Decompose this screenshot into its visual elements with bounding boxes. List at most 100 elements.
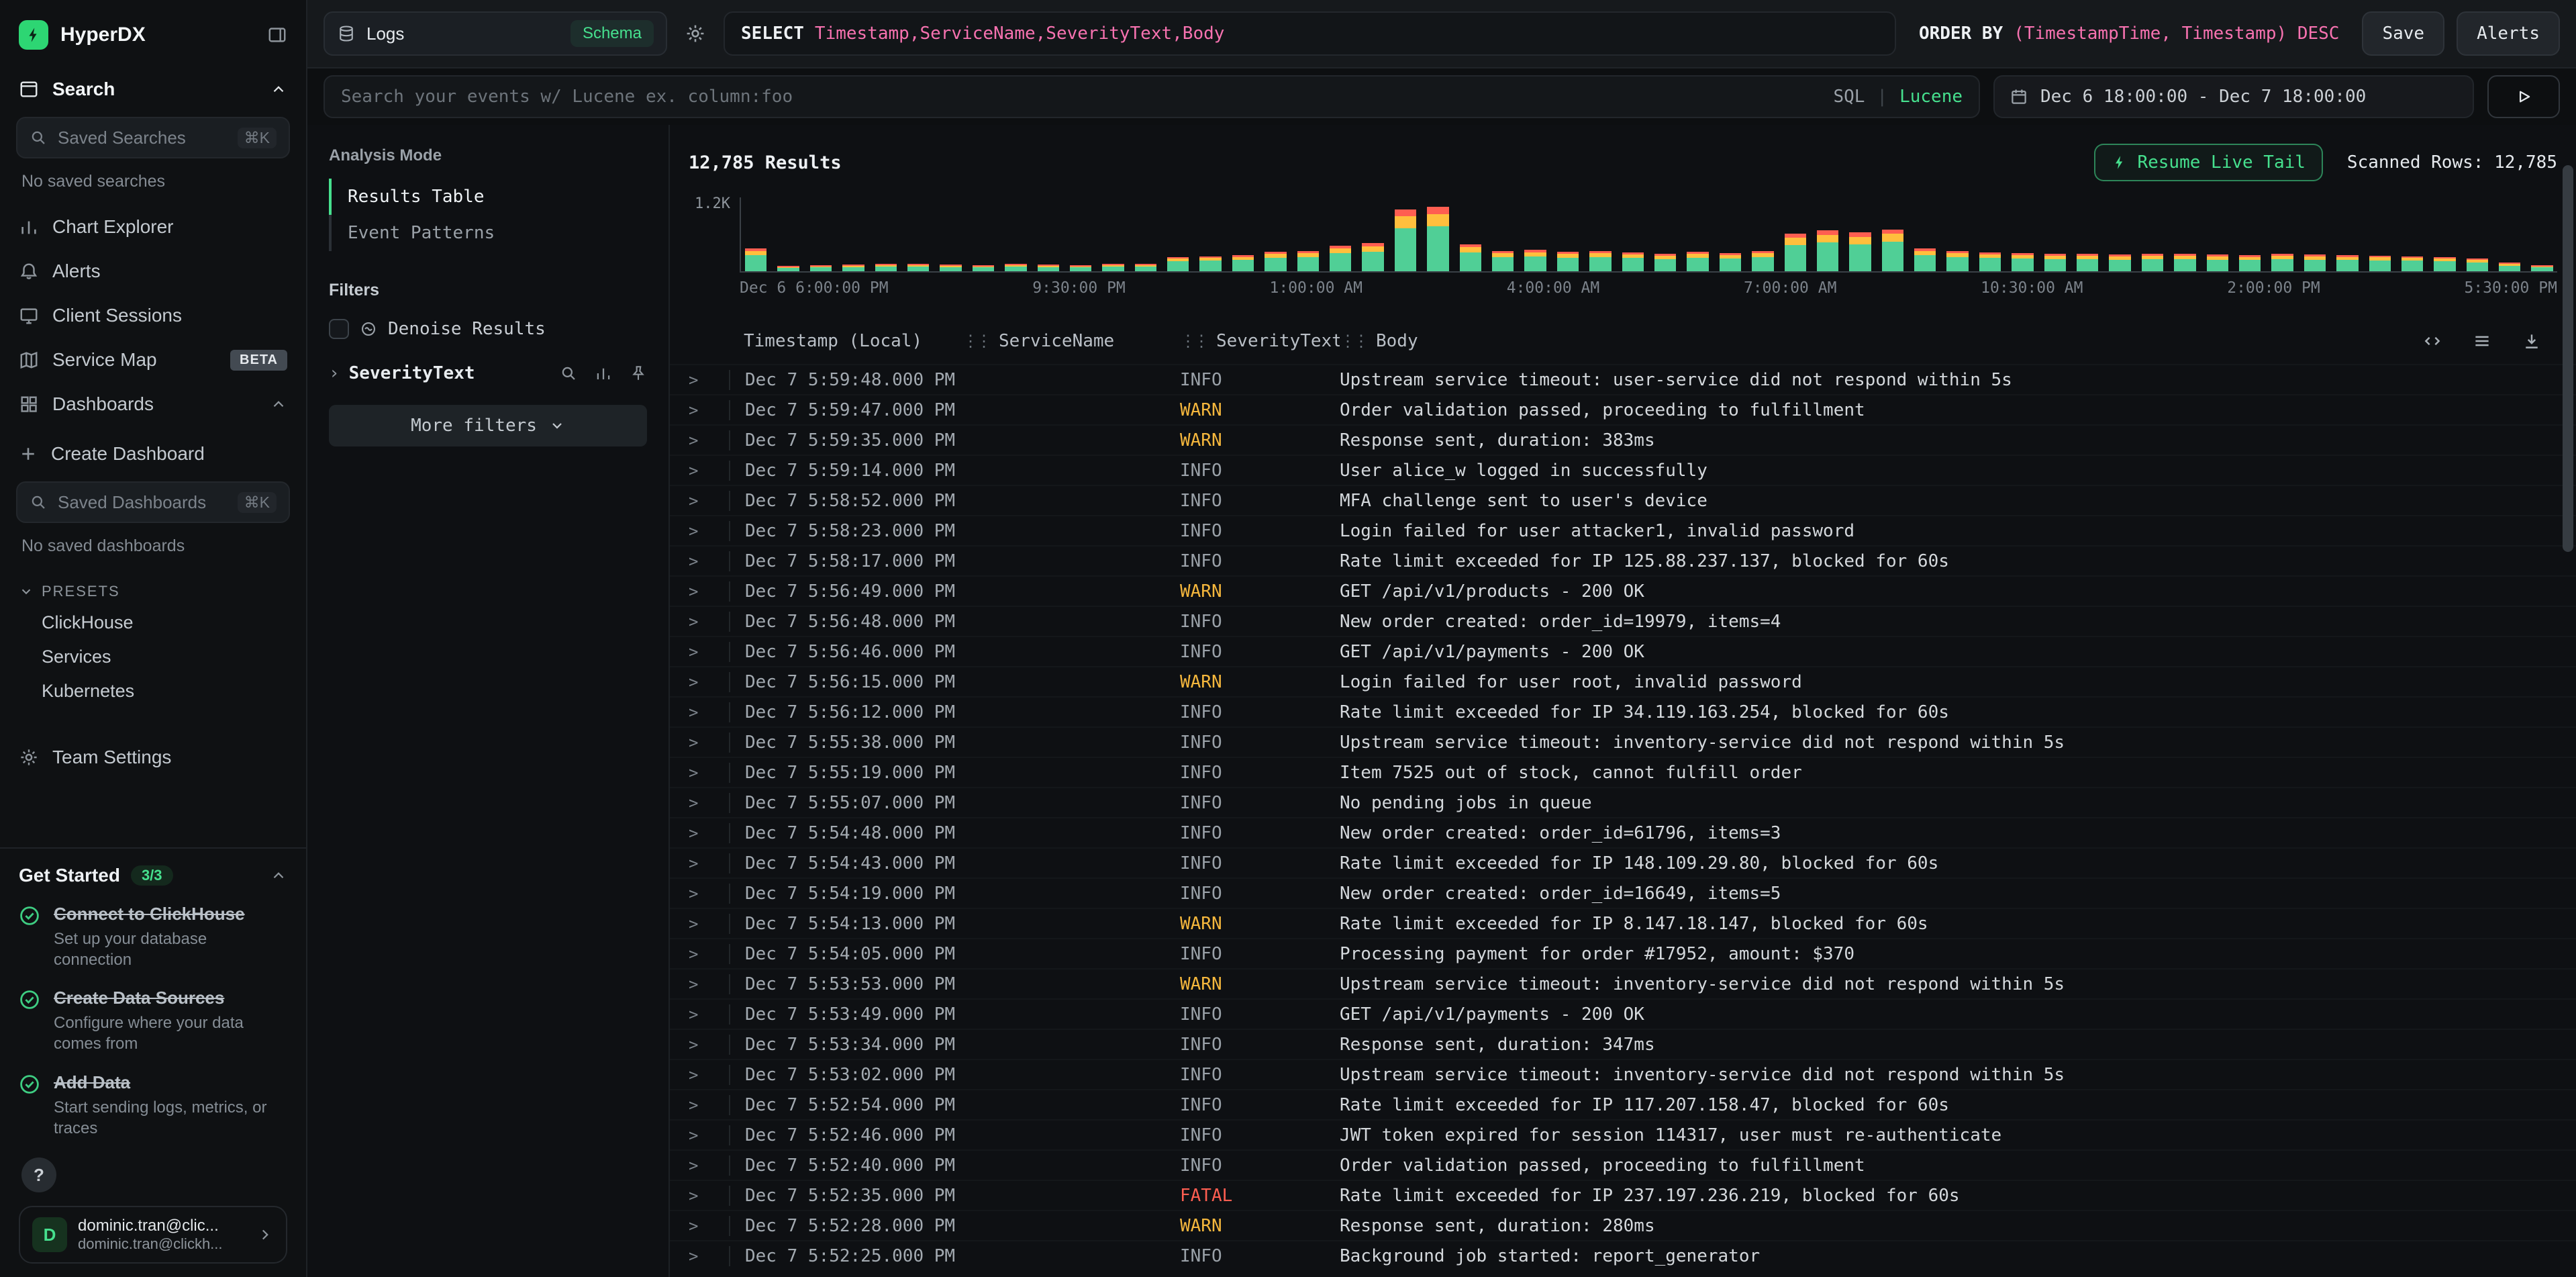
histogram-bar[interactable] [875,207,897,271]
save-button[interactable]: Save [2362,11,2444,56]
expand-row-icon[interactable]: > [689,522,729,540]
histogram-bar[interactable] [1817,207,1838,271]
help-button[interactable]: ? [21,1157,56,1192]
expand-facet-icon[interactable]: › [329,363,340,383]
log-row[interactable]: >Dec 7 5:52:35.000 PMFATALRate limit exc… [670,1180,2576,1210]
expand-row-icon[interactable]: > [689,1126,729,1145]
more-filters-button[interactable]: More filters [329,405,647,446]
preset-item-services[interactable]: Services [0,640,306,674]
log-row[interactable]: >Dec 7 5:54:43.000 PMINFORate limit exce… [670,847,2576,878]
histogram-bar[interactable] [940,207,961,271]
collapse-sidebar-icon[interactable] [267,25,287,45]
expand-row-icon[interactable]: > [689,461,729,480]
date-range-picker[interactable]: Dec 6 18:00:00 - Dec 7 18:00:00 [1993,75,2474,118]
source-settings-button[interactable] [679,17,711,50]
lucene-mode-toggle[interactable]: Lucene [1899,87,1963,107]
expand-row-icon[interactable]: > [689,1096,729,1115]
download-icon[interactable] [2517,326,2546,356]
user-menu[interactable]: D dominic.tran@clic... dominic.tran@clic… [19,1206,287,1264]
column-header-servicename[interactable]: ⋮⋮ServiceName [962,331,1180,351]
expand-row-icon[interactable]: > [689,1247,729,1266]
histogram-bar[interactable] [2174,207,2195,271]
log-row[interactable]: >Dec 7 5:56:12.000 PMINFORate limit exce… [670,696,2576,726]
log-row[interactable]: >Dec 7 5:55:07.000 PMINFONo pending jobs… [670,787,2576,817]
histogram-bar[interactable] [2467,207,2488,271]
log-row[interactable]: >Dec 7 5:53:49.000 PMINFOGET /api/v1/pay… [670,998,2576,1029]
log-row[interactable]: >Dec 7 5:59:35.000 PMWARNResponse sent, … [670,424,2576,455]
histogram-bar[interactable] [2369,207,2391,271]
histogram-bar[interactable] [1167,207,1189,271]
expand-row-icon[interactable]: > [689,552,729,571]
expand-row-icon[interactable]: > [689,1186,729,1205]
event-search-input[interactable]: Search your events w/ Lucene ex. column:… [324,75,1980,118]
histogram-bar[interactable] [1460,207,1481,271]
saved-dashboards-input[interactable]: Saved Dashboards ⌘K [16,481,290,523]
drag-handle-icon[interactable]: ⋮⋮ [962,332,989,350]
log-row[interactable]: >Dec 7 5:56:46.000 PMINFOGET /api/v1/pay… [670,636,2576,666]
log-row[interactable]: >Dec 7 5:56:49.000 PMWARNGET /api/v1/pro… [670,575,2576,606]
drag-handle-icon[interactable]: ⋮⋮ [1340,332,1367,350]
expand-row-icon[interactable]: > [689,582,729,601]
expand-row-icon[interactable]: > [689,1066,729,1084]
histogram-bar[interactable] [1362,207,1383,271]
column-header-severitytext[interactable]: ⋮⋮SeverityText [1180,331,1340,351]
scrollbar-thumb[interactable] [2563,165,2573,552]
histogram-bar[interactable] [2109,207,2130,271]
log-row[interactable]: >Dec 7 5:56:15.000 PMWARNLogin failed fo… [670,666,2576,696]
expand-row-icon[interactable]: > [689,673,729,692]
expand-row-icon[interactable]: > [689,763,729,782]
histogram-bar[interactable] [2336,207,2358,271]
expand-row-icon[interactable]: > [689,1156,729,1175]
expand-row-icon[interactable]: > [689,824,729,843]
histogram-bar[interactable] [810,207,832,271]
histogram-bar[interactable] [1199,207,1221,271]
histogram-bar[interactable] [973,207,994,271]
sidebar-item-dashboards[interactable]: Dashboards [0,382,306,426]
sql-mode-toggle[interactable]: SQL [1833,87,1865,107]
mode-results-table[interactable]: Results Table [329,179,647,215]
histogram-bar[interactable] [1232,207,1254,271]
histogram-bar[interactable] [1265,207,1286,271]
histogram-bar[interactable] [1979,207,2001,271]
expand-row-icon[interactable]: > [689,612,729,631]
histogram-bar[interactable] [1589,207,1611,271]
histogram-bar[interactable] [1524,207,1546,271]
histogram-bar[interactable] [2434,207,2455,271]
facet-pin-icon[interactable] [630,365,647,382]
histogram-bar[interactable] [907,207,929,271]
expand-row-icon[interactable]: > [689,1217,729,1235]
column-header-body[interactable]: ⋮⋮Body [1340,331,2557,351]
expand-row-icon[interactable]: > [689,491,729,510]
log-row[interactable]: >Dec 7 5:52:28.000 PMWARNResponse sent, … [670,1210,2576,1240]
log-row[interactable]: >Dec 7 5:54:48.000 PMINFONew order creat… [670,817,2576,847]
expand-row-icon[interactable]: > [689,975,729,994]
create-dashboard-button[interactable]: Create Dashboard [0,432,306,476]
histogram-bar[interactable] [2239,207,2261,271]
sql-select-input[interactable]: SELECTTimestamp,ServiceName,SeverityText… [724,11,1896,56]
histogram-bar[interactable] [2304,207,2326,271]
expand-row-icon[interactable]: > [689,945,729,963]
expand-row-icon[interactable]: > [689,794,729,812]
log-row[interactable]: >Dec 7 5:59:14.000 PMINFOUser alice_w lo… [670,455,2576,485]
histogram-bar[interactable] [1622,207,1644,271]
expand-row-icon[interactable]: > [689,431,729,450]
expand-row-icon[interactable]: > [689,884,729,903]
facet-search-icon[interactable] [560,365,577,382]
expand-row-icon[interactable]: > [689,1005,729,1024]
histogram-bar[interactable] [2142,207,2163,271]
log-row[interactable]: >Dec 7 5:54:13.000 PMWARNRate limit exce… [670,908,2576,938]
sidebar-item-alerts[interactable]: Alerts [0,249,306,293]
histogram-bar[interactable] [1914,207,1936,271]
view-sql-icon[interactable] [2418,326,2447,356]
histogram-bar[interactable] [2499,207,2520,271]
histogram-bar[interactable] [1070,207,1091,271]
get-started-header[interactable]: Get Started 3/3 [19,865,287,886]
log-row[interactable]: >Dec 7 5:52:46.000 PMINFOJWT token expir… [670,1119,2576,1149]
expand-row-icon[interactable]: > [689,371,729,389]
log-row[interactable]: >Dec 7 5:52:40.000 PMINFOOrder validatio… [670,1149,2576,1180]
log-row[interactable]: >Dec 7 5:58:17.000 PMINFORate limit exce… [670,545,2576,575]
log-row[interactable]: >Dec 7 5:54:19.000 PMINFONew order creat… [670,878,2576,908]
histogram-bar[interactable] [1654,207,1676,271]
histogram-bar[interactable] [1687,207,1708,271]
histogram-bar[interactable] [2531,207,2553,271]
